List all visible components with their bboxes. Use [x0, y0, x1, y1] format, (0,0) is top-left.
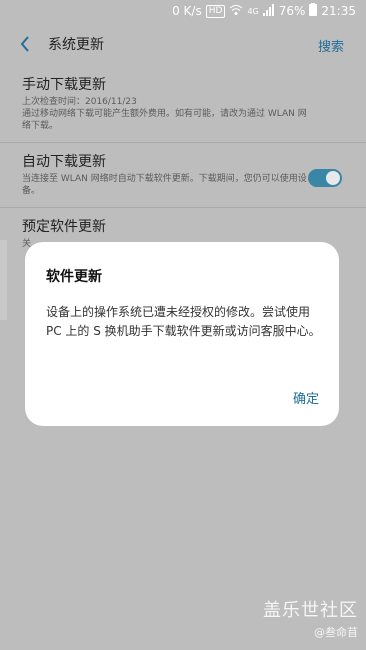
battery-icon [309, 3, 318, 19]
network-type: 4G [247, 6, 259, 16]
status-bar: 0 K/s HD 4G 76% 21:35 [0, 0, 366, 22]
clock: 21:35 [321, 4, 356, 18]
signal-icon [262, 3, 275, 19]
watermark-user: @叁命苜 [314, 626, 358, 639]
software-update-dialog: 软件更新 设备上的操作系统已遭未经授权的修改。尝试使用 PC 上的 S 换机助手… [25, 242, 339, 426]
setting-subtitle: 上次检查时间：2016/11/23 通过移动网络下载可能产生额外费用。如有可能，… [22, 97, 307, 131]
edge-panel-handle[interactable] [0, 240, 7, 320]
page-title: 系统更新 [48, 37, 104, 53]
dialog-message: 设备上的操作系统已遭未经授权的修改。尝试使用 PC 上的 S 换机助手下载软件更… [46, 305, 321, 338]
setting-title: 预定软件更新 [22, 219, 106, 235]
auto-download-setting[interactable]: 自动下载更新 当连接至 WLAN 网络时自动下载软件更新。下载期间，您仍可以使用… [0, 143, 366, 208]
app-bar: 系统更新 搜索 [0, 22, 366, 66]
hd-badge: HD [205, 4, 226, 18]
setting-title: 手动下载更新 [22, 77, 106, 93]
battery-percent: 76% [278, 4, 306, 18]
watermark: 盖乐世社区 @叁命苜 [263, 596, 358, 640]
auto-download-toggle[interactable] [308, 169, 342, 187]
setting-subtitle: 当连接至 WLAN 网络时自动下载软件更新。下载期间，您仍可以使用设备。 [22, 174, 307, 196]
manual-download-setting[interactable]: 手动下载更新 上次检查时间：2016/11/23 通过移动网络下载可能产生额外费… [0, 66, 366, 143]
network-speed: 0 K/s [172, 4, 202, 18]
confirm-button[interactable]: 确定 [293, 388, 319, 407]
wifi-icon [229, 4, 243, 19]
watermark-title: 盖乐世社区 [263, 600, 358, 621]
setting-title: 自动下载更新 [22, 154, 106, 170]
search-button[interactable]: 搜索 [318, 36, 344, 55]
settings-list: 手动下载更新 上次检查时间：2016/11/23 通过移动网络下载可能产生额外费… [0, 66, 366, 260]
dialog-title: 软件更新 [46, 269, 102, 285]
back-arrow-icon[interactable] [16, 35, 34, 53]
